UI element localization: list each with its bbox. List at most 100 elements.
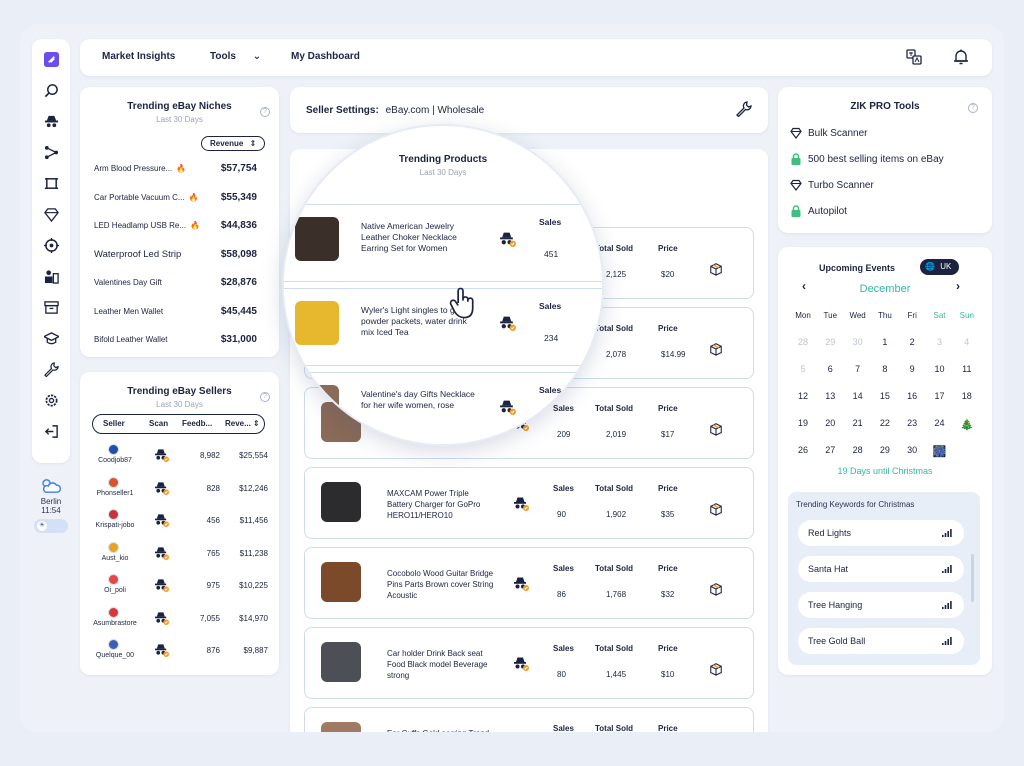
tool-item[interactable]: Autopilot — [790, 205, 847, 217]
calendar-day[interactable]: 5 — [790, 364, 816, 374]
seller-row[interactable]: Phonseller1 828 $12,246 — [92, 476, 268, 505]
christmas-tree-icon[interactable]: 🎄 — [954, 418, 980, 431]
help-icon[interactable]: ? — [968, 103, 978, 113]
bell-icon[interactable] — [953, 49, 969, 65]
scan-spy-icon[interactable] — [154, 481, 169, 495]
calendar-day[interactable]: 29 — [817, 337, 843, 347]
calendar-day[interactable]: 7 — [845, 364, 871, 374]
calendar-day[interactable]: 29 — [872, 445, 898, 455]
help-icon[interactable]: ? — [260, 107, 270, 117]
product-title[interactable]: Ear Cuffs Gold earring Trend Style Two e… — [387, 728, 495, 732]
scan-spy-icon[interactable] — [154, 611, 169, 625]
next-month-button[interactable]: › — [956, 279, 960, 293]
keyword-pill[interactable]: Santa Hat — [798, 556, 964, 582]
calendar-day[interactable]: 27 — [817, 445, 843, 455]
calendar-day[interactable]: 30 — [845, 337, 871, 347]
niche-row[interactable]: Valentines Day Gift $28,876 — [94, 277, 257, 288]
calendar-day[interactable]: 20 — [817, 418, 843, 428]
help-icon[interactable]: ? — [584, 168, 594, 178]
seller-name[interactable]: Oi_poli — [92, 587, 138, 594]
scan-spy-icon[interactable] — [154, 578, 169, 592]
product-title[interactable]: Cocobolo Wood Guitar Bridge Pins Parts B… — [387, 568, 495, 601]
calendar-day[interactable]: 28 — [790, 337, 816, 347]
help-icon[interactable]: ? — [260, 392, 270, 402]
import-box-icon[interactable] — [709, 422, 723, 436]
calendar-day[interactable]: 13 — [817, 391, 843, 401]
calendar-day[interactable]: 1 — [872, 337, 898, 347]
product-title[interactable]: Valentine's day Gifts Necklace for her w… — [361, 389, 477, 411]
scan-spy-icon[interactable] — [513, 496, 529, 511]
product-thumbnail[interactable] — [295, 301, 339, 345]
product-row[interactable]: Ear Cuffs Gold earring Trend Style Two e… — [304, 707, 754, 732]
nav-tools[interactable]: Tools ⌄ — [210, 51, 261, 62]
niche-row[interactable]: Arm Blood Pressure... 🔥 $57,754 — [94, 163, 257, 174]
niche-row[interactable]: Car Portable Vacuum C... 🔥 $55,349 — [94, 192, 257, 203]
scan-spy-icon[interactable] — [154, 448, 169, 462]
import-box-icon[interactable] — [709, 662, 723, 676]
col-seller[interactable]: Seller — [103, 419, 125, 428]
seller-row[interactable]: Coodjob87 8,982 $25,554 — [92, 444, 268, 472]
nav-market-insights[interactable]: Market Insights — [102, 51, 175, 62]
calendar-day[interactable]: 24 — [927, 418, 953, 428]
seller-name[interactable]: Phonseller1 — [92, 490, 138, 497]
calendar-day[interactable]: 30 — [899, 445, 925, 455]
scan-spy-icon[interactable] — [499, 231, 516, 247]
calendar-day[interactable]: 17 — [927, 391, 953, 401]
product-thumbnail[interactable] — [321, 482, 361, 522]
import-box-icon[interactable] — [709, 502, 723, 516]
crop-icon[interactable] — [43, 175, 59, 191]
scan-spy-icon[interactable] — [513, 656, 529, 671]
calendar-day[interactable]: 9 — [899, 364, 925, 374]
niche-row[interactable]: Bifold Leather Wallet $31,000 — [94, 334, 257, 345]
tool-item[interactable]: 500 best selling items on eBay — [790, 153, 944, 165]
product-row-magnified[interactable]: Wyler's Light singles to go powder packe… — [284, 288, 602, 366]
col-scan[interactable]: Scan — [149, 419, 168, 428]
calendar-day[interactable]: 23 — [899, 418, 925, 428]
product-row[interactable]: Cocobolo Wood Guitar Bridge Pins Parts B… — [304, 547, 754, 619]
zik-logo-icon[interactable] — [43, 51, 59, 67]
seller-name[interactable]: Asumbrastore — [92, 620, 138, 627]
calendar-day[interactable]: 2 — [899, 337, 925, 347]
calendar-day[interactable]: 18 — [954, 391, 980, 401]
seller-row[interactable]: Oi_poli 975 $10,225 — [92, 574, 268, 602]
calendar-day[interactable]: 4 — [954, 337, 980, 347]
academy-icon[interactable] — [43, 330, 59, 346]
product-row-magnified[interactable]: Native American Jewelry Leather Choker N… — [284, 204, 602, 282]
scan-spy-icon[interactable] — [499, 315, 516, 331]
scan-spy-icon[interactable] — [154, 643, 169, 657]
wrench-icon[interactable] — [43, 361, 59, 377]
keyword-pill[interactable]: Red Lights — [798, 520, 964, 546]
theme-toggle[interactable]: ☀ — [34, 519, 68, 533]
product-thumbnail[interactable] — [295, 385, 339, 429]
search-icon[interactable] — [43, 82, 59, 98]
calendar-day[interactable]: 6 — [817, 364, 843, 374]
seller-row[interactable]: Aust_kio 765 $11,238 — [92, 541, 268, 570]
competitor-icon[interactable] — [43, 268, 59, 284]
diamond-icon[interactable] — [43, 206, 59, 222]
seller-name[interactable]: Coodjob87 — [92, 457, 138, 464]
keyword-pill[interactable]: Tree Gold Ball — [798, 628, 964, 654]
calendar-day[interactable]: 15 — [872, 391, 898, 401]
spy-icon[interactable] — [43, 113, 59, 129]
calendar-day[interactable]: 12 — [790, 391, 816, 401]
scan-spy-icon[interactable] — [499, 399, 516, 415]
seller-row[interactable]: Quelque_00 876 $9,887 — [92, 639, 268, 667]
import-box-icon[interactable] — [709, 582, 723, 596]
niche-row[interactable]: LED Headlamp USB Re... 🔥 $44,836 — [94, 220, 257, 231]
product-row-magnified[interactable]: Valentine's day Gifts Necklace for her w… — [284, 372, 602, 444]
product-row[interactable]: Car holder Drink Back seat Food Black mo… — [304, 627, 754, 699]
calendar-day[interactable]: 8 — [872, 364, 898, 374]
calendar-day[interactable]: 3 — [927, 337, 953, 347]
calendar-day[interactable]: 28 — [845, 445, 871, 455]
product-thumbnail[interactable] — [321, 562, 361, 602]
product-title[interactable]: Car holder Drink Back seat Food Black mo… — [387, 648, 495, 681]
target-icon[interactable] — [43, 237, 59, 253]
tool-item[interactable]: Turbo Scanner — [790, 179, 874, 191]
keywords-scrollbar[interactable] — [971, 554, 974, 602]
network-icon[interactable] — [43, 144, 59, 160]
seller-name[interactable]: Aust_kio — [92, 555, 138, 562]
product-thumbnail[interactable] — [321, 722, 361, 732]
col-revenue[interactable]: Reve... — [225, 419, 251, 428]
niche-row[interactable]: Waterproof Led Strip $58,098 — [94, 249, 257, 260]
seller-name[interactable]: Quelque_00 — [92, 652, 138, 659]
